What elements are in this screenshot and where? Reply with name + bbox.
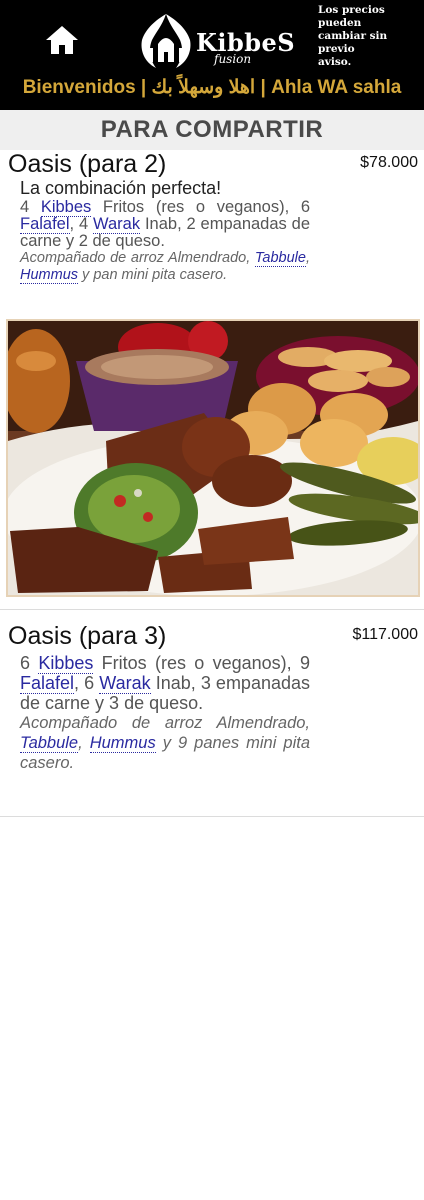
- logo-subtitle: fusion: [214, 52, 252, 66]
- link-hummus[interactable]: Hummus: [20, 267, 79, 284]
- dish-photo: [6, 319, 420, 597]
- link-tabbule[interactable]: Tabbule: [254, 250, 306, 267]
- item-price: $78.000: [360, 154, 418, 171]
- welcome-banner: Bienvenidos | اهلا وسهلاً بك | Ahla WA s…: [22, 77, 402, 98]
- section-header: PARA COMPARTIR: [0, 110, 424, 150]
- mosque-logo-icon: [141, 14, 191, 68]
- item-side-dishes: Acompañado de arroz Almendrado, Tabbule,…: [20, 250, 310, 284]
- link-kibbes[interactable]: Kibbes: [38, 653, 94, 674]
- link-hummus[interactable]: Hummus: [89, 734, 156, 753]
- item-side-dishes: Acompañado de arroz Almendrado, Tabbule,…: [20, 714, 310, 772]
- home-icon: [46, 26, 78, 54]
- item-tagline: La combinación perfecta!: [20, 178, 222, 198]
- item-name: Oasis (para 3): [8, 622, 167, 650]
- home-button[interactable]: [44, 22, 80, 58]
- menu-item: Oasis (para 3) $117.000 6 Kibbes Fritos …: [0, 620, 424, 816]
- item-divider: [0, 816, 424, 817]
- link-warak[interactable]: Warak: [99, 673, 151, 694]
- kibbes-logo[interactable]: KibbeS fusion: [136, 10, 295, 72]
- item-description: 6 Kibbes Fritos (res o veganos), 9 Falaf…: [20, 653, 311, 772]
- price-notice: Los precios pueden cambiar sin previo av…: [318, 4, 388, 68]
- link-tabbule[interactable]: Tabbule: [20, 734, 79, 753]
- item-description: La combinación perfecta! 4 Kibbes Fritos…: [20, 178, 311, 284]
- link-falafel[interactable]: Falafel: [20, 673, 75, 694]
- item-divider: [0, 609, 424, 610]
- item-price: $117.000: [352, 626, 418, 643]
- section-title: PARA COMPARTIR: [100, 116, 324, 143]
- item-name: Oasis (para 2): [8, 150, 167, 178]
- top-bar: KibbeS fusion Los precios pueden cambiar…: [0, 0, 424, 110]
